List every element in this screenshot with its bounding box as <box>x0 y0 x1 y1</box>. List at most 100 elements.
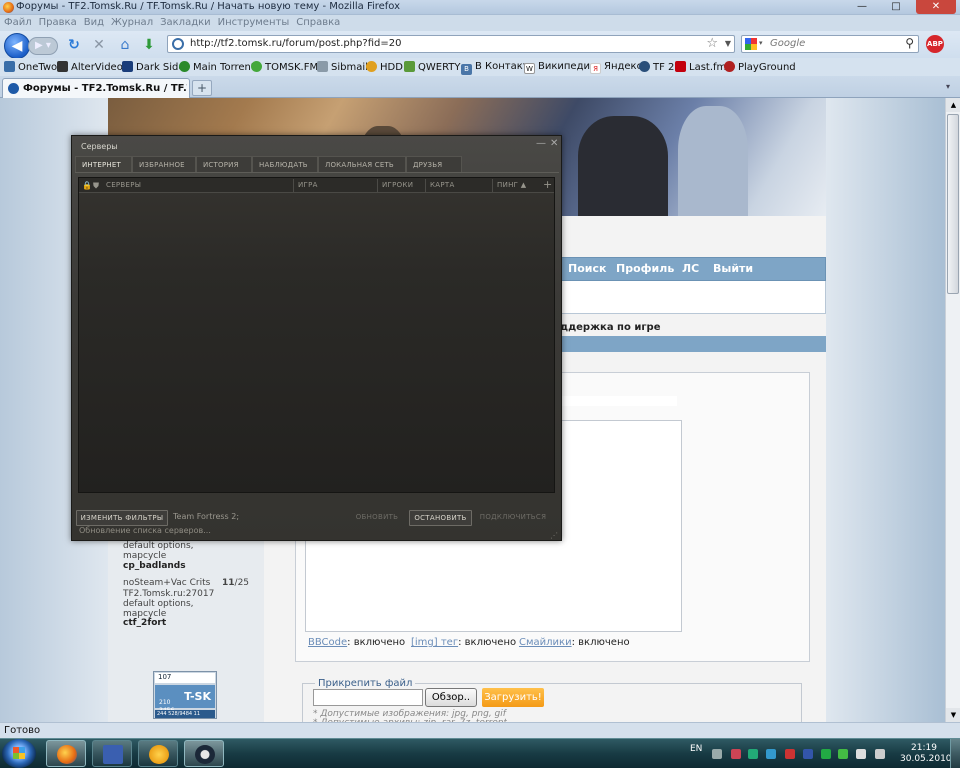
connect-button[interactable]: ПОДКЛЮЧИТЬСЯ <box>478 510 548 526</box>
steam-minimize-button[interactable]: — <box>536 138 546 149</box>
tray-app-icon[interactable] <box>766 749 776 759</box>
bookmark-onetwo[interactable]: OneTwo <box>4 61 57 73</box>
bookmark-yandex[interactable]: Я Яндекс <box>590 61 642 74</box>
new-tab-button[interactable]: + <box>192 80 212 96</box>
menu-history[interactable]: Журнал <box>107 15 156 28</box>
start-button[interactable] <box>2 739 36 768</box>
minimize-button[interactable]: — <box>848 0 876 14</box>
column-divider[interactable] <box>492 179 493 192</box>
column-divider[interactable] <box>425 179 426 192</box>
add-server-icon[interactable]: + <box>543 178 553 191</box>
column-game[interactable]: ИГРА <box>298 181 318 189</box>
taskbar-aimp[interactable] <box>138 740 178 767</box>
download-icon[interactable]: ⬇ <box>141 37 157 53</box>
taskbar-steam[interactable] <box>184 740 224 767</box>
tab-internet[interactable]: ИНТЕРНЕТ <box>75 156 132 172</box>
search-icon[interactable]: ⚲ <box>905 36 914 50</box>
menu-file[interactable]: Файл <box>0 15 35 28</box>
bookmark-tomskfm[interactable]: TOMSK.FM <box>251 61 318 73</box>
tray-app-icon[interactable] <box>803 749 813 759</box>
menu-view[interactable]: Вид <box>80 15 107 28</box>
google-icon[interactable] <box>745 38 757 50</box>
tab-friends[interactable]: ДРУЗЬЯ <box>406 156 462 172</box>
forum-breadcrumb[interactable]: ддержка по игре <box>560 322 661 333</box>
url-history-dropdown-icon[interactable]: ▼ <box>725 39 731 48</box>
stop-button[interactable]: ОСТАНОВИТЬ <box>409 510 472 526</box>
browse-button[interactable]: Обзор.. <box>425 688 477 707</box>
bookmark-darkside[interactable]: Dark Side <box>122 61 185 73</box>
vac-shield-icon[interactable]: ⛊ <box>93 181 99 191</box>
tray-steam-icon[interactable] <box>712 749 722 759</box>
tab-lan[interactable]: ЛОКАЛЬНАЯ СЕТЬ <box>318 156 406 172</box>
tab-history[interactable]: ИСТОРИЯ <box>196 156 252 172</box>
bookmark-altervideos[interactable]: AlterVideos <box>57 61 128 73</box>
tab-list-dropdown-icon[interactable]: ▾ <box>946 82 950 91</box>
maximize-button[interactable]: □ <box>882 0 910 14</box>
nav-pm-link[interactable]: ЛС <box>682 262 699 275</box>
subject-input[interactable] <box>560 396 677 406</box>
tray-network-icon[interactable] <box>856 749 866 759</box>
column-players[interactable]: ИГРОКИ <box>382 181 413 189</box>
tab-spectate[interactable]: НАБЛЮДАТЬ <box>252 156 318 172</box>
tray-volume-icon[interactable] <box>875 749 885 759</box>
scroll-thumb[interactable] <box>947 114 959 294</box>
tray-flag-icon[interactable] <box>785 749 795 759</box>
bookmark-hdd[interactable]: HDD <box>366 61 403 73</box>
bookmark-lastfm[interactable]: Last.fm <box>675 61 726 73</box>
nav-profile-link[interactable]: Профиль <box>616 262 674 275</box>
stop-icon[interactable]: ✕ <box>91 37 107 53</box>
steam-close-button[interactable]: ✕ <box>550 138 558 149</box>
tray-app-icon[interactable] <box>731 749 741 759</box>
taskbar-clock[interactable]: 21:19 30.05.2010 <box>900 743 952 765</box>
show-desktop-button[interactable] <box>950 739 960 768</box>
menu-edit[interactable]: Правка <box>35 15 80 28</box>
forward-button[interactable]: ▶ ▾ <box>28 37 58 55</box>
language-indicator[interactable]: EN <box>690 744 702 754</box>
bookmark-qwerty[interactable]: QWERTY <box>404 61 461 73</box>
menu-help[interactable]: Справка <box>292 15 343 28</box>
server-list[interactable] <box>78 177 555 493</box>
bookmark-sibmail[interactable]: Sibmail <box>317 61 368 73</box>
nav-logout-link[interactable]: Выйти <box>713 262 753 275</box>
site-identity-icon[interactable] <box>172 38 184 50</box>
bookmark-playground[interactable]: PlayGround <box>724 61 796 73</box>
column-divider[interactable] <box>293 179 294 192</box>
upload-button[interactable]: Загрузить! <box>482 688 544 707</box>
page-scrollbar[interactable]: ▲ ▼ <box>945 98 960 722</box>
column-servers[interactable]: СЕРВЕРЫ <box>106 181 141 189</box>
bookmark-main-torrent[interactable]: Main Torrent <box>179 61 255 73</box>
column-ping[interactable]: ПИНГ ▲ <box>497 181 526 189</box>
column-map[interactable]: КАРТА <box>430 181 455 189</box>
tab-forum[interactable]: Форумы - TF2.Tomsk.Ru / TF.Tomsk... <box>2 78 190 98</box>
change-filters-button[interactable]: ИЗМЕНИТЬ ФИЛЬТРЫ <box>76 510 168 526</box>
bookmark-tf2[interactable]: TF 2 <box>639 61 674 73</box>
taskbar-firefox[interactable] <box>46 740 86 767</box>
menu-bookmarks[interactable]: Закладки <box>156 15 214 28</box>
lock-icon[interactable]: 🔒 <box>82 181 92 190</box>
img-tag-link[interactable]: [img] тег <box>411 637 458 648</box>
reload-icon[interactable]: ↻ <box>66 37 82 53</box>
refresh-button[interactable]: ОБНОВИТЬ <box>352 510 402 526</box>
tsk-counter-badge[interactable]: 107 210 3456 T-SK 244 528/9484 11 <box>153 671 217 719</box>
close-button[interactable]: ✕ <box>916 0 956 14</box>
scroll-up-icon[interactable]: ▲ <box>946 98 960 112</box>
address-bar[interactable]: http://tf2.tomsk.ru/forum/post.php?fid=2… <box>167 35 735 53</box>
search-bar[interactable]: ▾ Google ⚲ <box>741 35 919 53</box>
column-divider[interactable] <box>377 179 378 192</box>
nav-search-link[interactable]: Поиск <box>568 262 606 275</box>
tab-favorites[interactable]: ИЗБРАННОЕ <box>132 156 196 172</box>
search-engine-dropdown-icon[interactable]: ▾ <box>759 39 763 47</box>
file-path-input[interactable] <box>313 689 423 706</box>
menu-tools[interactable]: Инструменты <box>214 15 293 28</box>
tray-app-icon[interactable] <box>838 749 848 759</box>
back-button[interactable]: ◀ <box>4 33 30 59</box>
bookmark-wikipedia[interactable]: W Википедия <box>524 61 596 74</box>
scroll-down-icon[interactable]: ▼ <box>946 708 960 722</box>
bookmark-star-icon[interactable]: ☆ <box>706 36 718 51</box>
tray-app-icon[interactable] <box>748 749 758 759</box>
smilies-link[interactable]: Смайлики <box>519 637 572 648</box>
tray-app-icon[interactable] <box>821 749 831 759</box>
home-icon[interactable]: ⌂ <box>117 37 133 53</box>
taskbar-floppy[interactable] <box>92 740 132 767</box>
bbcode-link[interactable]: BBCode <box>308 637 347 648</box>
